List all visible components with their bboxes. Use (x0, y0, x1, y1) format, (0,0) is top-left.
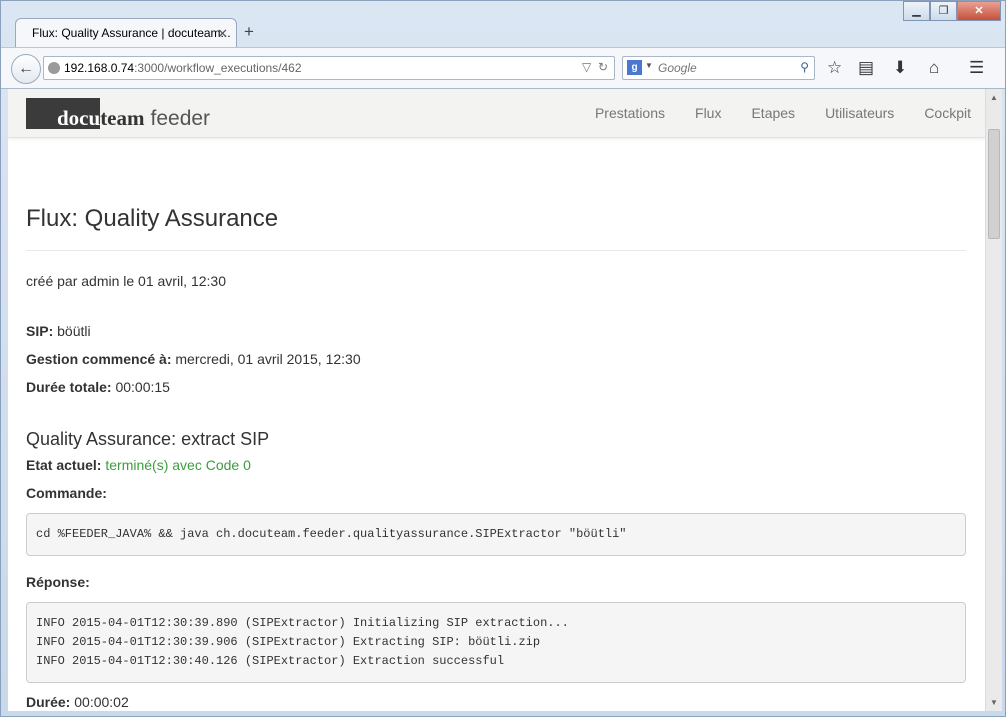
step-title: Quality Assurance: extract SIP (26, 429, 270, 449)
bookmark-star-icon[interactable]: ☆ (827, 58, 842, 78)
started-value: mercredi, 01 avril 2015, 12:30 (175, 351, 361, 367)
download-icon[interactable]: ⬇ (893, 58, 907, 78)
menu-icon[interactable]: ☰ (969, 58, 984, 78)
page-viewport: docuteam feeder Prestations Flux Etapes U… (8, 89, 985, 711)
tab-strip: Flux: Quality Assurance | docuteam... ✕ … (1, 1, 1005, 47)
close-window-icon[interactable]: ✕ (957, 1, 1001, 21)
search-icon[interactable]: ⚲ (800, 60, 809, 74)
site-menu: Prestations Flux Etapes Utilisateurs Coc… (565, 105, 971, 121)
response-label-text: Réponse: (26, 574, 90, 590)
minimize-icon[interactable]: ▁ (903, 1, 930, 21)
google-icon[interactable]: g (627, 60, 642, 75)
vertical-scrollbar[interactable]: ▲ ▼ (985, 89, 1002, 711)
url-controls: ▽ ↻ (582, 60, 608, 74)
step-duration-field: Durée: 00:00:02 (26, 694, 966, 710)
menu-utilisateurs[interactable]: Utilisateurs (825, 105, 894, 121)
new-tab-icon[interactable]: + (244, 22, 254, 42)
menu-flux[interactable]: Flux (695, 105, 721, 121)
started-field: Gestion commencé à: mercredi, 01 avril 2… (26, 351, 966, 367)
sip-field: SIP: böütli (26, 323, 966, 339)
dropdown-icon[interactable]: ▽ (582, 60, 591, 74)
window-controls: ▁ ❐ ✕ (903, 1, 1001, 21)
logo-team: team (100, 106, 145, 130)
state-field: Etat actuel: terminé(s) avec Code 0 (26, 457, 966, 473)
total-duration-label: Durée totale: (26, 379, 112, 395)
tab-title: Flux: Quality Assurance | docuteam... (32, 26, 231, 40)
url-path: :3000/workflow_executions/462 (134, 61, 302, 75)
home-icon[interactable]: ⌂ (929, 58, 939, 78)
search-input[interactable]: g ▼ Google ⚲ (622, 56, 815, 80)
started-label: Gestion commencé à: (26, 351, 172, 367)
response-block: INFO 2015-04-01T12:30:39.890 (SIPExtract… (26, 602, 966, 683)
logo-feeder: feeder (150, 107, 211, 130)
command-label: Commande: (26, 485, 966, 501)
scroll-down-icon[interactable]: ▼ (990, 698, 998, 707)
site-logo[interactable]: docuteam feeder (26, 98, 211, 130)
step-duration-label: Durée: (26, 694, 71, 710)
reload-icon[interactable]: ↻ (598, 60, 608, 74)
menu-prestations[interactable]: Prestations (595, 105, 665, 121)
menu-cockpit[interactable]: Cockpit (924, 105, 971, 121)
response-label: Réponse: (26, 574, 966, 590)
engine-dropdown-icon[interactable]: ▼ (645, 61, 653, 70)
bookmarks-list-icon[interactable]: ▤ (858, 58, 874, 78)
page-title: Flux: Quality Assurance (26, 205, 966, 251)
search-placeholder: Google (658, 61, 697, 75)
flux-details: SIP: böütli Gestion commencé à: mercredi… (26, 323, 966, 395)
state-label: Etat actuel: (26, 457, 102, 473)
browser-window: Flux: Quality Assurance | docuteam... ✕ … (0, 0, 1006, 717)
total-duration-field: Durée totale: 00:00:15 (26, 379, 966, 395)
browser-toolbar: ← 192.168.0.74:3000/workflow_executions/… (1, 47, 1005, 89)
command-label-text: Commande: (26, 485, 107, 501)
main-content: Flux: Quality Assurance créé par admin l… (26, 138, 966, 711)
scroll-up-icon[interactable]: ▲ (990, 93, 998, 102)
close-tab-icon[interactable]: ✕ (217, 26, 228, 42)
back-icon[interactable]: ← (11, 54, 41, 84)
state-value: terminé(s) avec Code 0 (105, 457, 251, 473)
step-duration-value: 00:00:02 (74, 694, 129, 710)
command-block: cd %FEEDER_JAVA% && java ch.docuteam.fee… (26, 513, 966, 556)
scroll-thumb[interactable] (988, 129, 1000, 239)
url-bar[interactable]: 192.168.0.74:3000/workflow_executions/46… (43, 56, 615, 80)
site-navbar: docuteam feeder Prestations Flux Etapes U… (8, 89, 985, 138)
logo-docu: docu (26, 98, 101, 130)
url-host: 192.168.0.74 (64, 61, 135, 75)
restore-icon[interactable]: ❐ (930, 1, 957, 21)
sip-label: SIP: (26, 323, 54, 339)
created-info: créé par admin le 01 avril, 12:30 (26, 273, 226, 289)
browser-tab[interactable]: Flux: Quality Assurance | docuteam... ✕ (15, 18, 237, 47)
sip-value: böütli (57, 323, 91, 339)
menu-etapes[interactable]: Etapes (751, 105, 795, 121)
total-duration-value: 00:00:15 (115, 379, 170, 395)
globe-icon (48, 62, 60, 74)
